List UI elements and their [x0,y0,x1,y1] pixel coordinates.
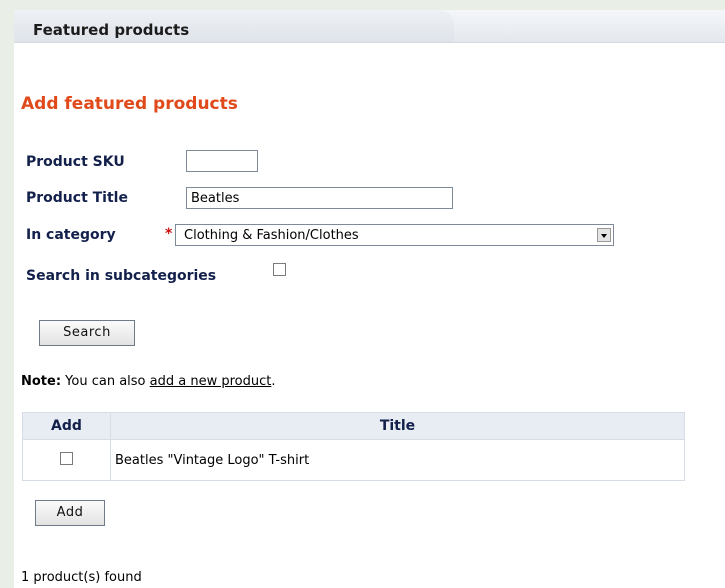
tab-title: Featured products [33,21,190,39]
chevron-down-icon[interactable] [597,228,611,242]
note-text: Note: You can also add a new product. [21,374,276,389]
table-row: Beatles "Vintage Logo" T-shirt [22,439,685,481]
sku-input[interactable] [186,150,258,172]
column-header-add: Add [22,412,111,440]
tab-bar: Featured products [14,10,725,43]
required-marker: * [165,226,173,242]
table-header-row: Add Title [22,412,685,440]
title-input[interactable] [186,187,453,209]
note-prefix: Note: [21,374,62,389]
section-title: Add featured products [21,94,238,114]
row-select-checkbox[interactable] [60,451,73,465]
add-button[interactable]: Add [35,500,105,526]
tab-featured-products[interactable]: Featured products [14,10,454,42]
column-header-title: Title [110,412,685,440]
subcategories-checkbox[interactable] [273,263,286,276]
category-label: In category [26,227,116,243]
results-table: Add Title Beatles "Vintage Logo" T-shirt [22,412,685,481]
row-add-cell [22,439,111,481]
category-select-value: Clothing & Fashion/Clothes [184,228,359,243]
sku-label: Product SKU [26,154,125,170]
title-label: Product Title [26,190,128,206]
search-button[interactable]: Search [39,320,135,346]
subcategories-label: Search in subcategories [26,268,217,284]
note-body: You can also [61,374,150,389]
results-count: 1 product(s) found [21,570,142,585]
category-select[interactable]: Clothing & Fashion/Clothes [175,224,614,246]
row-title-cell: Beatles "Vintage Logo" T-shirt [110,439,685,481]
add-new-product-link[interactable]: add a new product [150,374,272,389]
note-suffix: . [271,374,276,389]
